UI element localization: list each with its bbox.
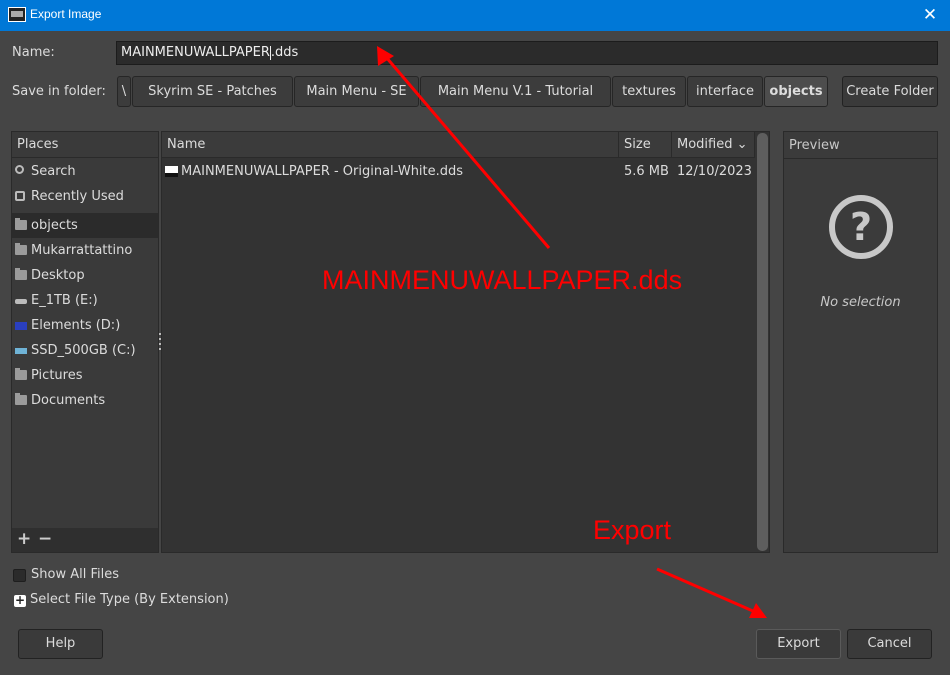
export-annotation: Export bbox=[593, 515, 672, 545]
filename-arrow-line bbox=[378, 49, 551, 249]
filename-annotation: MAINMENUWALLPAPER.dds bbox=[322, 265, 683, 295]
annotation-arrows bbox=[377, 46, 767, 618]
export-arrow-line bbox=[656, 567, 763, 617]
